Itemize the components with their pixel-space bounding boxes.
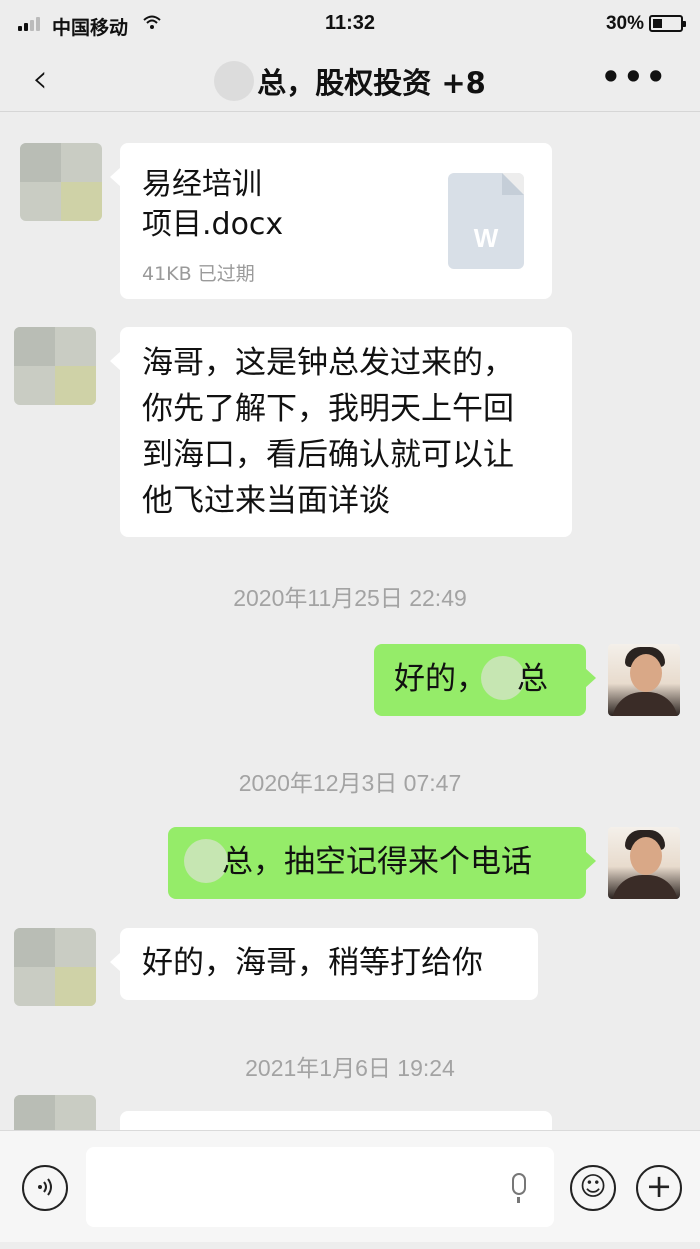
word-doc-icon: W [448,173,524,269]
message-prefix: 好的， [394,661,487,697]
blurred-name [214,61,255,101]
input-bar: ☺ + [0,1130,700,1242]
chat-header: ‹ 总，股权投资 +8 ••• [0,50,700,112]
timestamp: 2020年12月3日 07:47 [238,770,462,796]
text-message[interactable] [120,1111,552,1130]
avatar[interactable] [20,143,102,221]
avatar[interactable] [14,327,96,405]
message-suffix: 总 [517,661,548,697]
my-avatar[interactable] [608,827,680,899]
my-avatar[interactable] [608,644,680,716]
plus-icon[interactable]: + [636,1165,682,1211]
text-message-sent[interactable]: 总，抽空记得来个电话 [168,827,596,899]
more-icon[interactable]: ••• [601,58,668,96]
message-line: 他飞过来当面详谈 [142,483,390,519]
chat-title: 总，股权投资 +8 [257,66,486,100]
file-message[interactable]: 易经培训 项目.docx 41KB 已过期 W [110,143,552,299]
battery-percent: 30% [605,13,644,34]
message-line: 你先了解下，我明天上午回 [142,391,514,427]
avatar[interactable] [14,928,96,1006]
battery-icon [649,15,686,32]
microphone-icon[interactable] [512,1173,526,1203]
chat-title-wrap: 总，股权投资 +8 [0,60,700,102]
message-list[interactable]: 易经培训 项目.docx 41KB 已过期 W 海哥，这是钟总发过来的， 你先了… [0,113,700,1130]
text-message[interactable]: 好的，海哥，稍等打给你 [110,928,538,1000]
message-line: 到海口，看后确认就可以让 [142,437,514,473]
status-bar: 中国移动 11:32 30% [0,0,700,50]
message-input[interactable] [86,1147,554,1227]
text-message-sent[interactable]: 好的， 总 [374,644,596,716]
status-time: 11:32 [324,12,376,34]
timestamp: 2020年11月25日 22:49 [233,585,467,611]
timestamp: 2021年1月6日 19:24 [245,1055,455,1081]
message-text: 总，抽空记得来个电话 [222,844,532,880]
voice-icon[interactable] [22,1165,68,1211]
emoji-icon[interactable]: ☺ [570,1165,616,1211]
message-line: 海哥，这是钟总发过来的， [142,345,514,381]
avatar[interactable] [14,1095,96,1130]
text-message[interactable]: 海哥，这是钟总发过来的， 你先了解下，我明天上午回 到海口，看后确认就可以让 他… [110,327,572,537]
message-text: 好的，海哥，稍等打给你 [142,945,483,981]
